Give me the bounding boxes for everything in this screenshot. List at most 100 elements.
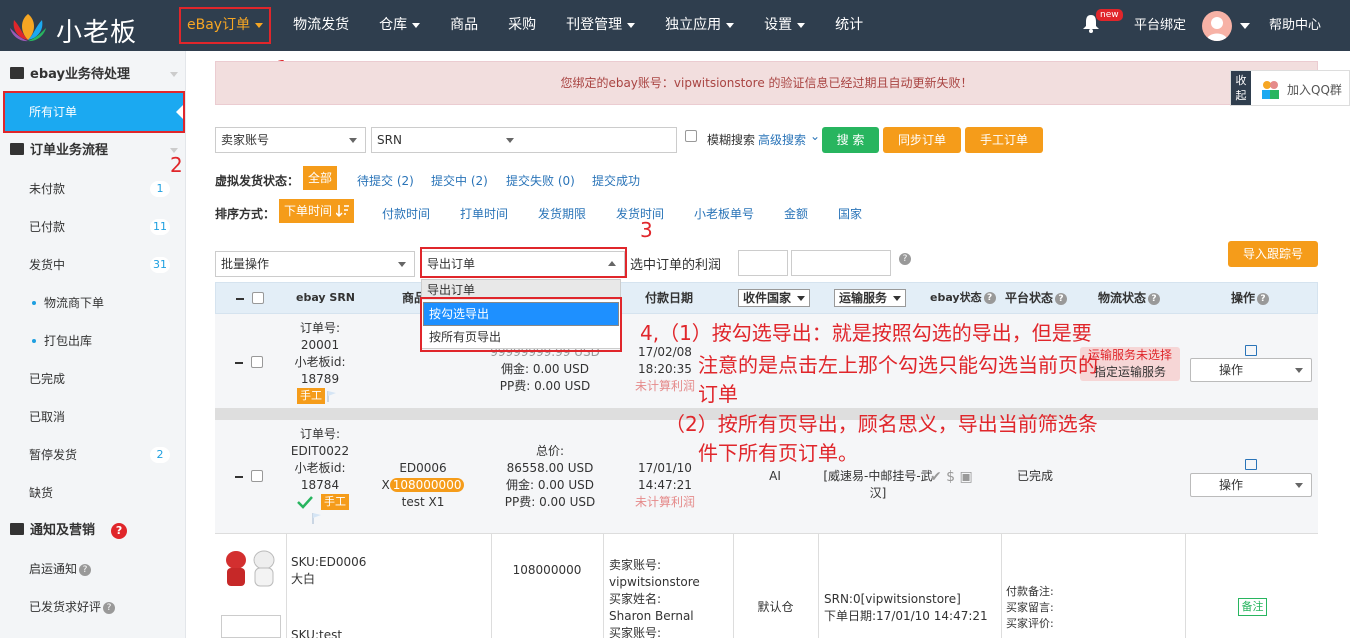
qq-group-widget[interactable]: 收起 加入QQ群 <box>1230 70 1350 106</box>
sidebar-item-all-orders[interactable]: 所有订单 <box>3 91 185 133</box>
sidebar-item-out-of-stock[interactable]: 缺货 <box>0 474 186 512</box>
virtual-status-pending[interactable]: 待提交 (2) <box>357 172 414 189</box>
help-center-link[interactable]: 帮助中心 <box>1269 0 1321 51</box>
fuzzy-search-checkbox[interactable] <box>685 130 697 142</box>
people-icon <box>1262 81 1279 99</box>
edit-icon[interactable] <box>1245 459 1257 470</box>
platform-bind-link[interactable]: 平台绑定 <box>1134 0 1186 51</box>
sidebar-item-ship-notice[interactable]: 启运通知? <box>0 550 186 588</box>
select-value: 批量操作 <box>221 257 270 271</box>
operation-select[interactable]: 操作 <box>1190 358 1312 382</box>
annotation-line: （2）按所有页导出，顾名思义，导出当前筛选条 <box>665 412 1098 436</box>
sidebar-item-logistics[interactable]: 物流商下单 <box>0 284 186 322</box>
nav-stats[interactable]: 统计 <box>820 0 878 51</box>
sort-desc-icon <box>336 205 350 218</box>
chevron-down-icon <box>349 138 357 143</box>
product-thumbnail[interactable] <box>221 548 281 590</box>
sort-print-time[interactable]: 打单时间 <box>460 205 508 222</box>
col-shipping-filter[interactable]: 运输服务 <box>834 289 907 307</box>
pp-fee: PP费: 0.00 USD <box>499 379 591 393</box>
sort-ship-deadline[interactable]: 发货期限 <box>538 205 586 222</box>
manual-tag: 手工 <box>297 388 325 404</box>
product-thumbnail-2[interactable] <box>221 615 281 638</box>
sidebar-item-paid[interactable]: 已付款 11 <box>0 208 186 246</box>
chevron-down-icon[interactable] <box>1240 23 1250 29</box>
help-icon[interactable]: ? <box>983 292 996 304</box>
chevron-down-icon <box>1295 368 1303 373</box>
sidebar-section-notice[interactable]: 通知及营销? <box>0 516 186 546</box>
virtual-status-all[interactable]: 全部 <box>303 166 338 190</box>
chevron-down-icon <box>255 22 264 28</box>
sort-order-date[interactable]: 下单时间 <box>279 199 355 223</box>
row-checkbox[interactable] <box>251 470 263 482</box>
row-checkbox[interactable] <box>251 356 263 368</box>
nav-ebay-orders[interactable]: eBay订单 <box>172 0 278 51</box>
card-srn-block: SRN:0[vipwitsionstore] 下单日期:17/01/10 14:… <box>824 591 988 625</box>
select-all-checkbox[interactable] <box>252 292 264 304</box>
nav-label: 物流发货 <box>293 17 350 33</box>
note-button[interactable]: 备注 <box>1238 598 1267 616</box>
sort-xlb-number[interactable]: 小老板单号 <box>694 205 754 222</box>
help-icon[interactable]: ? <box>103 602 116 614</box>
help-icon[interactable]: ? <box>899 253 911 265</box>
sync-orders-button[interactable]: 同步订单 <box>883 127 961 153</box>
advanced-search-link[interactable]: 高级搜索 <box>758 131 806 148</box>
chevron-down-icon[interactable]: ⌄ <box>810 129 820 143</box>
nav-listing[interactable]: 刊登管理 <box>551 0 650 51</box>
help-icon[interactable]: ? <box>1055 293 1068 305</box>
nav-logistics[interactable]: 物流发货 <box>278 0 364 51</box>
collapse-row-icon[interactable] <box>235 362 243 364</box>
edit-icon[interactable] <box>1245 345 1257 356</box>
sidebar-item-shipping[interactable]: 发货中 31 <box>0 246 186 284</box>
order-no: EDIT0022 <box>290 444 350 458</box>
sidebar-item-done[interactable]: 已完成 <box>0 360 186 398</box>
srn-field-select[interactable]: SRN <box>371 127 677 153</box>
nav-settings[interactable]: 设置 <box>749 0 820 51</box>
sidebar-item-review-request[interactable]: 已发货求好评? <box>0 588 186 626</box>
nav-warehouse[interactable]: 仓库 <box>364 0 435 51</box>
logo[interactable]: 小老板 <box>8 8 153 48</box>
search-button[interactable]: 搜 索 <box>822 127 879 153</box>
user-avatar[interactable] <box>1202 11 1232 41</box>
nav-purchase[interactable]: 采购 <box>493 0 551 51</box>
collapse-row-icon[interactable] <box>235 476 243 478</box>
sidebar-item-unpaid[interactable]: 未付款 1 <box>0 170 186 208</box>
help-icon[interactable]: ? <box>1148 293 1161 305</box>
flag-icon[interactable] <box>311 512 323 524</box>
flag-icon[interactable] <box>326 390 338 402</box>
manual-tag: 手工 <box>321 494 349 510</box>
virtual-status-submitting[interactable]: 提交中 (2) <box>431 172 488 189</box>
col-platform-status: 平台状态? <box>1005 283 1068 313</box>
collapse-button[interactable]: 收起 <box>1231 71 1251 105</box>
sort-pay-time[interactable]: 付款时间 <box>382 205 430 222</box>
sidebar-item-paused[interactable]: 暂停发货 2 <box>0 436 186 474</box>
sidebar-section-ebay-pending[interactable]: ebay业务待处理 <box>0 60 186 90</box>
seller-account-select[interactable]: 卖家账号 <box>215 127 366 153</box>
sort-country[interactable]: 国家 <box>838 205 862 222</box>
operation-select[interactable]: 操作 <box>1190 473 1312 497</box>
bulk-action-select[interactable]: 批量操作 <box>215 251 415 277</box>
help-icon[interactable]: ? <box>1257 293 1270 305</box>
nav-label: 仓库 <box>379 17 408 33</box>
collapse-all-icon[interactable] <box>236 298 244 300</box>
profit-max-input[interactable] <box>791 250 891 276</box>
virtual-status-failed[interactable]: 提交失败 (0) <box>506 172 575 189</box>
sidebar-item-cancelled[interactable]: 已取消 <box>0 398 186 436</box>
import-tracking-button[interactable]: 导入跟踪号 <box>1228 241 1318 267</box>
nav-apps[interactable]: 独立应用 <box>650 0 749 51</box>
lotus-logo-icon <box>10 14 46 42</box>
virtual-status-success[interactable]: 提交成功 <box>592 172 640 189</box>
nav-products[interactable]: 商品 <box>435 0 493 51</box>
sort-amount[interactable]: 金额 <box>784 205 808 222</box>
seller-label: 卖家账号: <box>609 558 662 572</box>
question-icon[interactable]: ? <box>111 523 128 539</box>
col-country-filter[interactable]: 收件国家 <box>738 289 811 307</box>
profit-min-input[interactable] <box>738 250 788 276</box>
manual-order-button[interactable]: 手工订单 <box>965 127 1043 153</box>
chevron-down-icon <box>506 138 514 143</box>
divider <box>1185 533 1186 638</box>
sidebar-item-pack[interactable]: 打包出库 <box>0 322 186 360</box>
help-icon[interactable]: ? <box>79 564 92 576</box>
sidebar-section-order-flow[interactable]: 订单业务流程 <box>0 136 186 166</box>
sort-label: 排序方式： <box>215 207 276 221</box>
